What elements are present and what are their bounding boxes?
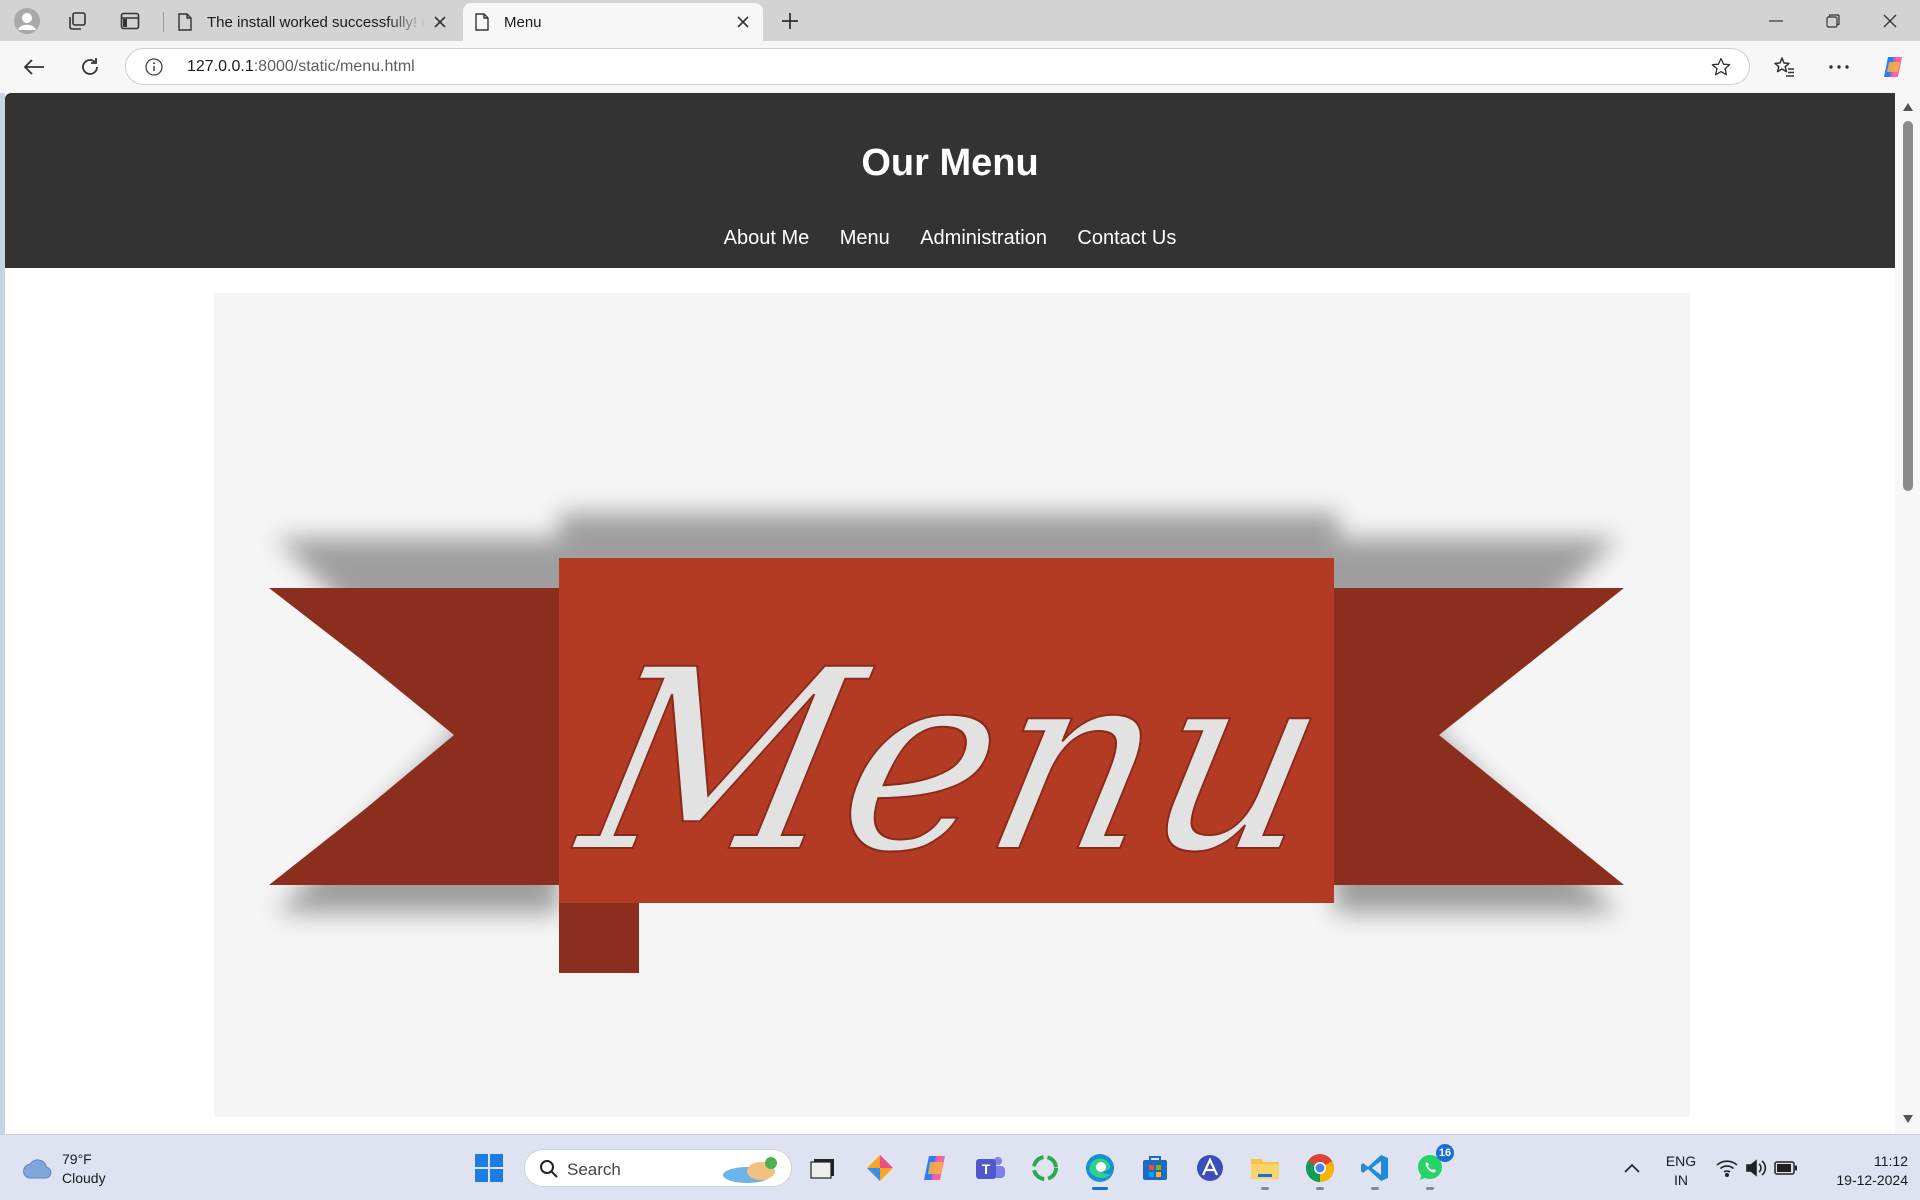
refresh-icon[interactable] [73, 50, 107, 84]
cloudy-weather-icon [23, 1159, 52, 1179]
scrollbar-thumb[interactable] [1903, 121, 1913, 491]
store-app-icon[interactable] [1137, 1150, 1173, 1186]
close-tab-icon[interactable] [729, 8, 757, 36]
favorite-star-icon[interactable] [1711, 57, 1731, 77]
widgets-app-icon[interactable] [862, 1150, 898, 1186]
page-title: Our Menu [861, 142, 1039, 184]
url-host: 127.0.0.1 [187, 58, 254, 75]
site-info-icon[interactable] [145, 58, 163, 76]
profile-icon[interactable] [12, 6, 42, 36]
nav-link-about-me[interactable]: About Me [724, 227, 810, 249]
file-explorer-icon[interactable] [1247, 1150, 1283, 1190]
search-highlight-icon [723, 1157, 777, 1183]
new-tab-icon[interactable] [775, 6, 805, 36]
nav-link-administration[interactable]: Administration [920, 227, 1047, 249]
windows-logo-icon [475, 1154, 503, 1182]
minimize-icon[interactable] [1748, 0, 1804, 41]
search-icon [540, 1160, 558, 1178]
sync-app-icon[interactable] [1027, 1150, 1063, 1186]
site-nav: About Me Menu Administration Contact Us [5, 227, 1895, 250]
clock-time: 11:12 [1874, 1153, 1908, 1169]
running-app-indicator [1316, 1187, 1324, 1190]
weather-condition: Cloudy [62, 1170, 106, 1186]
weather-temperature: 79°F [62, 1151, 92, 1167]
ribbon-right-tail [1334, 588, 1624, 885]
url-text: 127.0.0.1:8000/static/menu.html [187, 58, 415, 76]
search-placeholder: Search [567, 1160, 621, 1179]
weather-widget[interactable]: 79°F Cloudy [20, 1150, 106, 1188]
vscode-app-icon[interactable] [1357, 1150, 1393, 1190]
tab-title: Menu [504, 13, 542, 31]
taskbar: 79°F Cloudy Search T 16 ENG IN 11:12 19-… [0, 1134, 1920, 1200]
browser-toolbar: 127.0.0.1:8000/static/menu.html [0, 41, 1920, 93]
close-tab-icon[interactable] [426, 8, 454, 36]
tab-separator [163, 12, 164, 32]
running-app-indicator [1426, 1187, 1434, 1190]
running-app-indicator [1371, 1187, 1379, 1190]
clock[interactable]: 11:12 19-12-2024 [1808, 1152, 1908, 1190]
workspaces-icon[interactable] [62, 6, 92, 36]
page-viewport: Our Menu About Me Menu Administration Co… [5, 93, 1920, 1134]
vertical-tabs-icon[interactable] [115, 6, 145, 36]
language-indicator[interactable]: ENG IN [1660, 1152, 1702, 1190]
edge-browser-icon[interactable] [1082, 1150, 1118, 1190]
restore-icon[interactable] [1805, 0, 1861, 41]
tab-menu[interactable]: Menu [463, 3, 763, 41]
nav-link-menu[interactable]: Menu [840, 227, 890, 249]
close-window-icon[interactable] [1862, 0, 1918, 41]
affinity-app-icon[interactable] [1192, 1150, 1228, 1186]
active-app-indicator [1092, 1187, 1108, 1190]
favorites-icon[interactable] [1767, 50, 1801, 84]
site-header: Our Menu About Me Menu Administration Co… [5, 93, 1895, 268]
tab-title: The install worked successfully! Congrat… [207, 13, 426, 31]
battery-icon[interactable] [1768, 1150, 1804, 1186]
scroll-down-icon[interactable] [1902, 1113, 1914, 1125]
ribbon-left-tail-main [274, 588, 559, 885]
more-options-icon[interactable] [1822, 50, 1856, 84]
scrollbar[interactable] [1895, 93, 1920, 1134]
url-path: :8000/static/menu.html [253, 58, 415, 75]
chrome-browser-icon[interactable] [1302, 1150, 1338, 1190]
teams-app-icon[interactable]: T [972, 1150, 1008, 1186]
whatsapp-app-icon[interactable]: 16 [1412, 1144, 1454, 1190]
running-app-indicator [1261, 1187, 1269, 1190]
copilot-icon[interactable] [1876, 50, 1910, 84]
language-code: ENG [1665, 1153, 1697, 1169]
menu-banner-image: Menu [214, 293, 1690, 1117]
address-bar[interactable]: 127.0.0.1:8000/static/menu.html [125, 48, 1750, 85]
taskbar-search[interactable]: Search [524, 1149, 792, 1187]
page-icon [178, 13, 192, 31]
nav-link-contact-us[interactable]: Contact Us [1077, 227, 1176, 249]
start-button[interactable] [471, 1150, 507, 1186]
copilot-app-icon[interactable] [917, 1150, 953, 1186]
notification-badge: 16 [1436, 1144, 1454, 1162]
clock-date: 19-12-2024 [1836, 1172, 1908, 1188]
page-icon [475, 13, 489, 31]
task-view-icon[interactable] [805, 1150, 841, 1186]
back-icon[interactable] [17, 50, 51, 84]
show-hidden-icons-chevron-up-icon[interactable] [1614, 1150, 1650, 1186]
banner-lettering: Menu [559, 616, 1351, 908]
region-code: IN [1674, 1172, 1688, 1188]
scroll-up-icon[interactable] [1902, 101, 1914, 113]
svg-text:T: T [982, 1161, 991, 1177]
tab-install-worked[interactable]: The install worked successfully! Congrat… [166, 3, 460, 41]
browser-tab-strip: The install worked successfully! Congrat… [0, 0, 1920, 41]
